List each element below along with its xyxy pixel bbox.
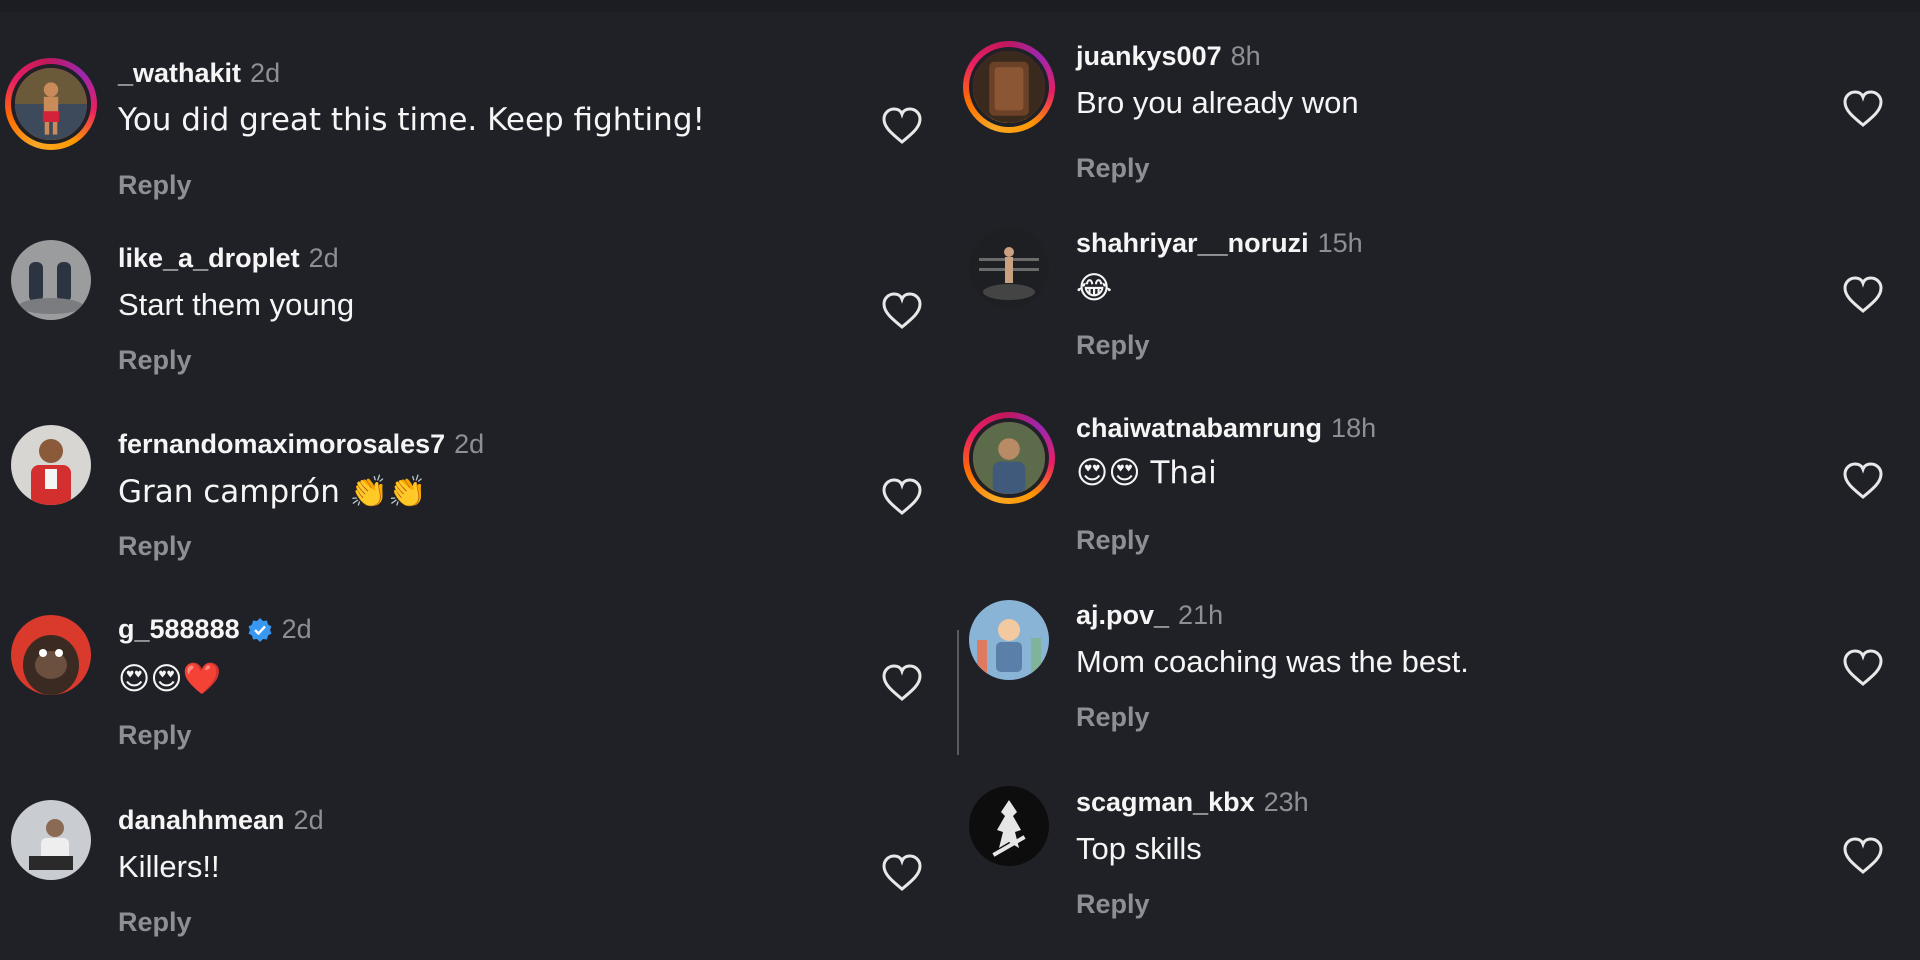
shoes-avatar	[11, 240, 91, 320]
comment-item: _wathakit 2d You did great this time. Ke…	[0, 0, 958, 200]
comment-text: Gran camprón 👏👏	[118, 474, 427, 510]
avatar[interactable]	[963, 41, 1055, 133]
reply-button[interactable]: Reply	[118, 907, 192, 938]
username[interactable]: juankys007	[1076, 41, 1222, 72]
username[interactable]: scagman_kbx	[1076, 787, 1255, 818]
username-line: juankys007 8h	[1076, 41, 1261, 72]
logo-avatar	[969, 786, 1049, 866]
username-line: scagman_kbx 23h	[1076, 787, 1309, 818]
username-line: aj.pov_ 21h	[1076, 600, 1223, 631]
username-line: g_588888 2d	[118, 614, 312, 645]
username[interactable]: like_a_droplet	[118, 243, 300, 274]
comment-text: Killers!!	[118, 849, 220, 884]
kid-avatar	[11, 425, 91, 505]
timestamp: 2d	[454, 429, 485, 459]
comment-item: juankys007 8h Bro you already won Reply	[958, 0, 1920, 183]
avatar[interactable]	[11, 615, 91, 695]
comment-text: 😂	[1076, 270, 1113, 306]
comment-text: Mom coaching was the best.	[1076, 644, 1469, 679]
comment-item: scagman_kbx 23h Top skills Reply	[958, 745, 1920, 925]
avatar[interactable]	[5, 58, 97, 150]
gorilla-avatar	[11, 615, 91, 695]
avatar[interactable]	[963, 412, 1055, 504]
avatar[interactable]	[11, 425, 91, 505]
man-avatar	[969, 418, 1049, 498]
timestamp: 2d	[250, 58, 281, 88]
username[interactable]: shahriyar__noruzi	[1076, 228, 1309, 259]
timestamp: 23h	[1263, 787, 1309, 817]
username-line: fernandomaximorosales7 2d	[118, 429, 484, 460]
comment-text: 😍😍❤️	[118, 661, 222, 697]
comment-item: g_588888 2d 😍😍❤️ Reply	[0, 560, 958, 750]
reply-button[interactable]: Reply	[1076, 889, 1150, 920]
heart-icon[interactable]	[1842, 836, 1884, 876]
username-line: shahriyar__noruzi 15h	[1076, 228, 1363, 259]
reply-button[interactable]: Reply	[118, 531, 192, 562]
heart-icon[interactable]	[1842, 648, 1884, 688]
avatar[interactable]	[969, 228, 1049, 308]
heart-icon[interactable]	[1842, 89, 1884, 129]
wood-avatar	[969, 47, 1049, 127]
verified-badge-icon	[248, 617, 272, 642]
comment-item: aj.pov_ 21h Mom coaching was the best. R…	[958, 560, 1920, 740]
comments-column-left: _wathakit 2d You did great this time. Ke…	[0, 0, 958, 960]
username-line: like_a_droplet 2d	[118, 243, 339, 274]
avatar[interactable]	[11, 800, 91, 880]
cartoon-avatar	[969, 600, 1049, 680]
ring-avatar	[969, 228, 1049, 308]
username-line: danahhmean 2d	[118, 805, 324, 836]
username[interactable]: chaiwatnabamrung	[1076, 413, 1322, 444]
heart-icon[interactable]	[1842, 275, 1884, 315]
timestamp: 2d	[281, 614, 312, 644]
username-line: _wathakit 2d	[118, 58, 280, 89]
comment-item: danahhmean 2d Killers!! Reply	[0, 745, 958, 937]
comment-text: Bro you already won	[1076, 85, 1359, 120]
username[interactable]: aj.pov_	[1076, 600, 1169, 631]
comment-text: Start them young	[118, 287, 355, 322]
timestamp: 2d	[293, 805, 324, 835]
heart-icon[interactable]	[881, 853, 923, 893]
username[interactable]: _wathakit	[118, 58, 241, 89]
timestamp: 21h	[1178, 600, 1224, 630]
heart-icon[interactable]	[881, 106, 923, 146]
boxer-avatar	[11, 64, 91, 144]
comment-item: chaiwatnabamrung 18h 😍😍 Thai Reply	[958, 370, 1920, 555]
timestamp: 18h	[1331, 413, 1377, 443]
timestamp: 2d	[308, 243, 339, 273]
comment-text: 😍😍 Thai	[1076, 455, 1217, 491]
timestamp: 15h	[1317, 228, 1363, 258]
heart-icon[interactable]	[881, 663, 923, 703]
reply-button[interactable]: Reply	[1076, 702, 1150, 733]
username[interactable]: fernandomaximorosales7	[118, 429, 445, 460]
timestamp: 8h	[1230, 41, 1261, 71]
reply-button[interactable]: Reply	[1076, 330, 1150, 361]
reply-button[interactable]: Reply	[1076, 153, 1150, 184]
avatar[interactable]	[11, 240, 91, 320]
comment-item: shahriyar__noruzi 15h 😂 Reply	[958, 185, 1920, 365]
avatar[interactable]	[969, 786, 1049, 866]
person-sitting-avatar	[11, 800, 91, 880]
username[interactable]: danahhmean	[118, 805, 285, 836]
heart-icon[interactable]	[881, 291, 923, 331]
comment-text: You did great this time. Keep fighting!	[118, 102, 705, 138]
comment-text: Top skills	[1076, 831, 1202, 866]
heart-icon[interactable]	[1842, 461, 1884, 501]
heart-icon[interactable]	[881, 477, 923, 517]
username-line: chaiwatnabamrung 18h	[1076, 413, 1376, 444]
username[interactable]: g_588888	[118, 614, 240, 645]
reply-button[interactable]: Reply	[1076, 525, 1150, 556]
comment-item: fernandomaximorosales7 2d Gran camprón 👏…	[0, 370, 958, 561]
comment-item: like_a_droplet 2d Start them young Reply	[0, 185, 958, 375]
comments-column-right: juankys007 8h Bro you already won Reply …	[958, 0, 1920, 960]
avatar[interactable]	[969, 600, 1049, 680]
